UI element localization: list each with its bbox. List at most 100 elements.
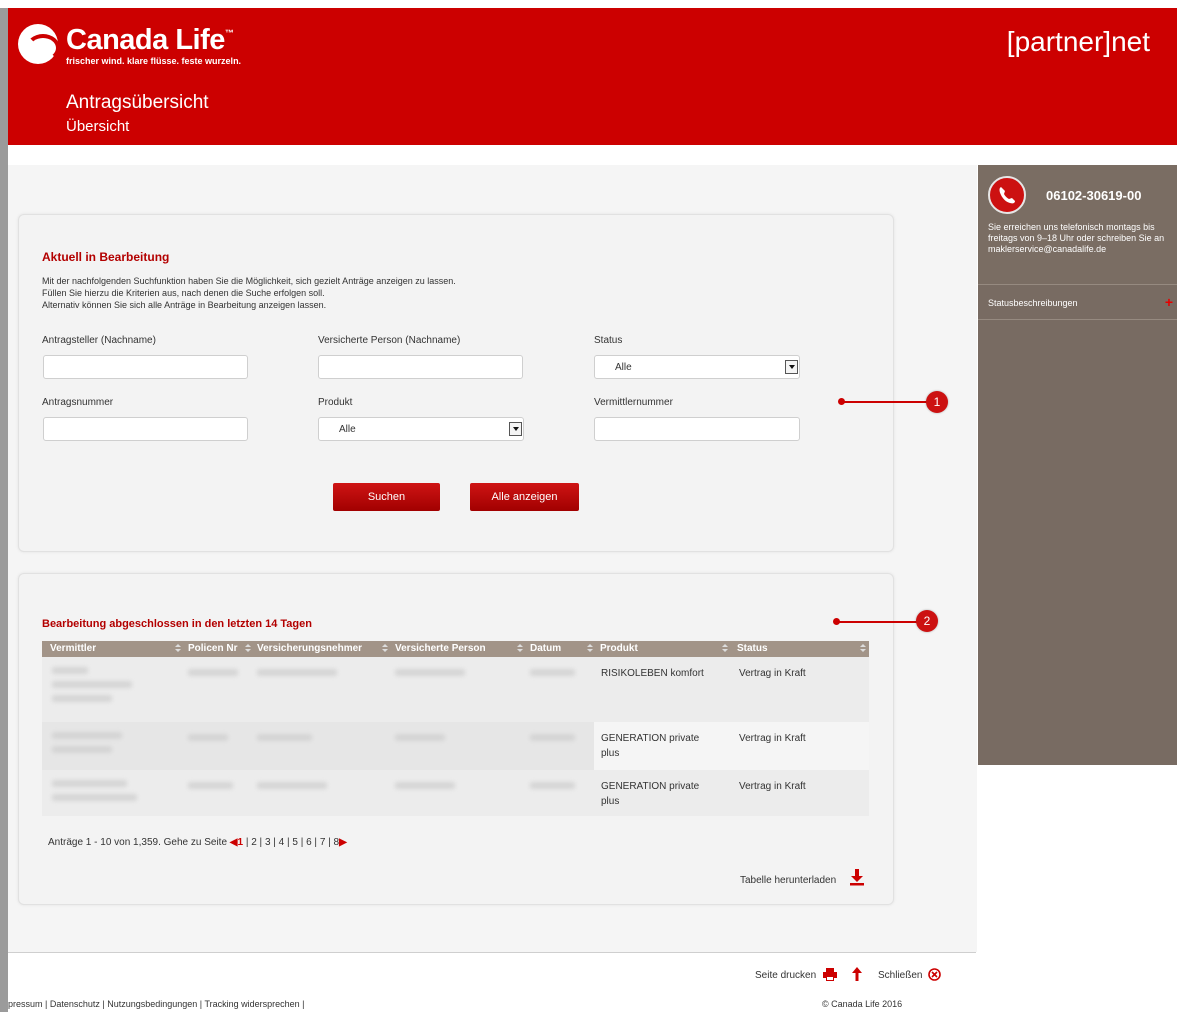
portal-name: [partner]net: [1006, 26, 1150, 57]
close-link[interactable]: Schließen: [878, 970, 922, 981]
blurred-cell: [52, 780, 127, 787]
antragsnummer-input[interactable]: [43, 417, 248, 441]
page-link[interactable]: 3: [265, 837, 271, 848]
close-label: Schließen: [878, 970, 923, 981]
callout-line: [838, 621, 918, 623]
close-icon[interactable]: [928, 968, 941, 981]
intro-line: Füllen Sie hierzu die Kriterien aus, nac…: [42, 288, 325, 298]
page-link[interactable]: 2: [251, 837, 257, 848]
printer-icon[interactable]: [823, 968, 837, 981]
callout-line: [843, 401, 927, 403]
footer-divider: [8, 952, 976, 953]
contact-text: Sie erreichen uns telefonisch montags bi…: [988, 222, 1165, 254]
intro-line: Alternativ können Sie sich alle Anträge …: [42, 300, 327, 310]
canada-life-logo-icon[interactable]: [18, 24, 60, 64]
status-cell: Vertrag in Kraft: [739, 733, 806, 744]
last-page-icon[interactable]: ▶: [339, 837, 347, 848]
produkt-line: plus: [601, 748, 620, 759]
print-label: Seite drucken: [755, 970, 817, 981]
blurred-cell: [52, 732, 122, 739]
blurred-cell: [52, 695, 112, 702]
status-select-value: Alle: [615, 362, 632, 373]
blurred-cell: [395, 782, 455, 789]
blurred-cell: [52, 746, 112, 753]
blurred-cell: [395, 669, 465, 676]
status-descriptions-link[interactable]: Statusbeschreibungen +: [978, 284, 1177, 320]
sidebar: 06102-30619-00 Sie erreichen uns telefon…: [978, 165, 1177, 765]
callout-badge-1: 1: [926, 391, 948, 413]
antragsteller-label: Antragsteller (Nachname): [42, 335, 156, 346]
page-subtitle: Übersicht: [66, 118, 130, 135]
blurred-cell: [52, 681, 132, 688]
table-row[interactable]: GENERATION private plus Vertrag in Kraft: [42, 770, 869, 816]
first-page-icon[interactable]: ◀: [230, 837, 238, 848]
left-frame-line: [0, 8, 8, 1012]
page-link[interactable]: 5: [292, 837, 298, 848]
chevron-down-icon[interactable]: [785, 360, 798, 374]
antragsnummer-label: Antragsnummer: [42, 397, 114, 408]
blurred-cell: [188, 669, 238, 676]
search-intro: Mit der nachfolgenden Suchfunktion haben…: [42, 275, 456, 311]
page-link[interactable]: 7: [320, 837, 326, 848]
page-title: Antragsübersicht: [66, 92, 209, 113]
brand-tagline: frischer wind. klare flüsse. feste wurze…: [66, 56, 242, 66]
produkt-label: Produkt: [318, 397, 353, 408]
column-header-produkt[interactable]: Produkt: [600, 641, 638, 657]
plus-icon[interactable]: +: [1165, 294, 1173, 310]
pager-text: Anträge 1 - 10 von 1,359. Gehe zu Seite: [48, 837, 228, 848]
column-header-datum[interactable]: Datum: [530, 641, 561, 657]
blurred-cell: [530, 782, 575, 789]
column-header-versicherte-person[interactable]: Versicherte Person: [395, 641, 486, 657]
phone-icon[interactable]: [988, 176, 1026, 214]
download-table-link[interactable]: Tabelle herunterladen: [740, 875, 836, 886]
antragsteller-input[interactable]: [43, 355, 248, 379]
produkt-cell: RISIKOLEBEN komfort: [601, 668, 704, 679]
search-heading: Aktuell in Bearbeitung: [42, 250, 170, 264]
status-cell: Vertrag in Kraft: [739, 781, 806, 792]
blurred-cell: [188, 782, 233, 789]
blurred-cell: [52, 794, 137, 801]
status-cell: Vertrag in Kraft: [739, 668, 806, 679]
column-header-vermittler[interactable]: Vermittler: [50, 641, 96, 657]
copyright: © Canada Life 2016: [822, 999, 903, 1009]
status-select[interactable]: Alle: [594, 355, 800, 379]
produkt-cell: GENERATION private plus: [601, 731, 699, 761]
contact-box: 06102-30619-00 Sie erreichen uns telefon…: [978, 165, 1177, 284]
vermittlernummer-label: Vermittlernummer: [594, 397, 673, 408]
produkt-line: GENERATION private: [601, 781, 700, 792]
versicherte-person-label: Versicherte Person (Nachname): [318, 335, 461, 346]
page-link[interactable]: 1: [238, 837, 244, 848]
produkt-cell: GENERATION private plus: [601, 779, 699, 809]
blurred-cell: [530, 734, 575, 741]
page-link[interactable]: 6: [306, 837, 312, 848]
top-gap: [0, 0, 1177, 8]
footer-links[interactable]: pressum | Datenschutz | Nutzungsbedingun…: [8, 999, 305, 1009]
status-label: Status: [594, 335, 623, 346]
page-link[interactable]: 4: [279, 837, 285, 848]
blurred-cell: [395, 734, 445, 741]
brand-name[interactable]: Canada Life™: [66, 24, 234, 57]
completed-heading: Bearbeitung abgeschlossen in den letzten…: [42, 618, 312, 630]
status-descriptions-label: Statusbeschreibungen: [988, 298, 1078, 308]
table-header: Vermittler Policen Nr Versicherungsnehme…: [42, 641, 869, 657]
table-row[interactable]: RISIKOLEBEN komfort Vertrag in Kraft: [42, 657, 869, 722]
column-header-status[interactable]: Status: [737, 641, 768, 657]
chevron-down-icon[interactable]: [509, 422, 522, 436]
produkt-line: plus: [601, 796, 620, 807]
search-button[interactable]: Suchen: [333, 483, 440, 511]
print-page-link[interactable]: Seite drucken: [755, 970, 816, 981]
phone-number: 06102-30619-00: [1046, 188, 1142, 203]
column-header-policen-nr[interactable]: Policen Nr: [188, 641, 237, 657]
pagination: Anträge 1 - 10 von 1,359. Gehe zu Seite …: [48, 837, 347, 848]
show-all-button[interactable]: Alle anzeigen: [470, 483, 579, 511]
vermittlernummer-input[interactable]: [594, 417, 800, 441]
blurred-cell: [530, 669, 575, 676]
column-header-versicherungsnehmer[interactable]: Versicherungsnehmer: [257, 641, 362, 657]
blurred-cell: [52, 667, 88, 674]
arrow-up-icon[interactable]: [852, 967, 862, 981]
versicherte-person-input[interactable]: [318, 355, 523, 379]
table-row[interactable]: GENERATION private plus Vertrag in Kraft: [42, 722, 869, 770]
produkt-select[interactable]: Alle: [318, 417, 524, 441]
download-icon[interactable]: [849, 868, 865, 886]
blurred-cell: [188, 734, 228, 741]
